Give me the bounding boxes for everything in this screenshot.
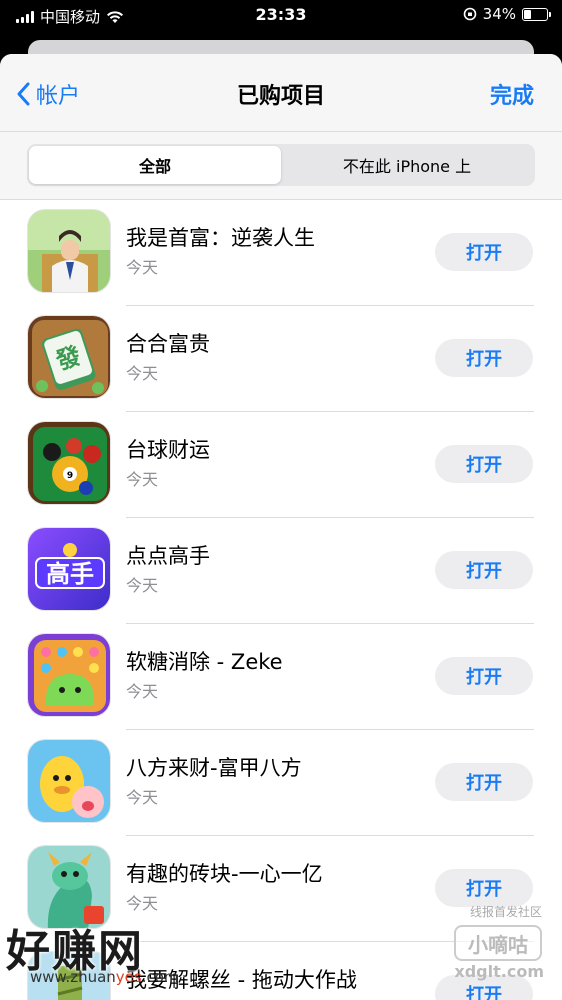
app-name: 我是首富：逆袭人生 xyxy=(126,226,315,250)
app-date: 今天 xyxy=(126,682,159,701)
list-item[interactable]: 软糖消除 - Zeke 今天 打开 xyxy=(0,624,562,730)
haozhuan-watermark-url: www.zhuanyes.com xyxy=(30,968,179,986)
businessman-icon[interactable] xyxy=(27,209,111,293)
open-button[interactable]: 打开 xyxy=(435,233,533,271)
open-button[interactable]: 打开 xyxy=(435,445,533,483)
watermark-url-part: www.zhuan xyxy=(30,968,116,986)
jelly-candy-icon[interactable] xyxy=(27,633,111,717)
app-name: 八方来财-富甲八方 xyxy=(126,756,302,780)
mahjong-tile-icon[interactable]: 發 xyxy=(27,315,111,399)
battery-fill xyxy=(524,9,531,19)
segment-bar: 全部 不在此 iPhone 上 xyxy=(0,132,562,200)
app-name: 点点高手 xyxy=(126,544,210,568)
open-button[interactable]: 打开 xyxy=(435,869,533,907)
purchased-app-list: 我是首富：逆袭人生 今天 打开 發 合合富贵 今天 打开 9 台球财运 今天 打… xyxy=(0,200,562,1000)
app-date: 今天 xyxy=(126,258,159,277)
app-name: 有趣的砖块-一心一亿 xyxy=(126,862,323,886)
xiaodigu-watermark-logo: 小嘀咕 xyxy=(454,925,542,961)
cartoon-characters-icon[interactable] xyxy=(27,739,111,823)
page-title: 已购项目 xyxy=(236,84,325,109)
list-item[interactable]: 八方来财-富甲八方 今天 打开 xyxy=(0,730,562,836)
app-name: 台球财运 xyxy=(126,438,210,462)
app-date: 今天 xyxy=(126,788,159,807)
app-date: 今天 xyxy=(126,364,159,383)
watermark-url-highlight: yes xyxy=(115,968,142,986)
billiard-balls-icon[interactable]: 9 xyxy=(27,421,111,505)
status-right: 34% xyxy=(463,5,551,23)
svg-text:9: 9 xyxy=(67,471,73,481)
segmented-control: 全部 不在此 iPhone 上 xyxy=(27,144,535,186)
svg-text:高手: 高手 xyxy=(46,560,94,588)
app-date: 今天 xyxy=(126,576,159,595)
done-button[interactable]: 完成 xyxy=(490,78,534,110)
list-item[interactable]: 高手 点点高手 今天 打开 xyxy=(0,518,562,624)
navigation-bar: 帐户 已购项目 完成 xyxy=(0,54,562,132)
xiaodigu-watermark-url: xdglt.com xyxy=(454,962,544,981)
open-button[interactable]: 打开 xyxy=(435,551,533,589)
open-button[interactable]: 打开 xyxy=(435,763,533,801)
xiaodigu-watermark-tagline: 线报首发社区 xyxy=(469,905,542,919)
list-item[interactable]: 9 台球财运 今天 打开 xyxy=(0,412,562,518)
app-date: 今天 xyxy=(126,894,159,913)
open-button[interactable]: 打开 xyxy=(435,339,533,377)
segment-all[interactable]: 全部 xyxy=(29,146,281,184)
list-item[interactable]: 發 合合富贵 今天 打开 xyxy=(0,306,562,412)
list-item[interactable]: 我是首富：逆袭人生 今天 打开 xyxy=(0,200,562,306)
open-button[interactable]: 打开 xyxy=(435,657,533,695)
app-name: 合合富贵 xyxy=(126,332,210,356)
gaoshou-text-icon[interactable]: 高手 xyxy=(27,527,111,611)
segment-not-on-iphone[interactable]: 不在此 iPhone 上 xyxy=(281,146,533,184)
watermark-url-part: .com xyxy=(141,968,179,986)
purchased-sheet: 帐户 已购项目 完成 全部 不在此 iPhone 上 我是首富：逆袭人生 今天 … xyxy=(0,54,562,1000)
battery-icon xyxy=(522,7,551,21)
orientation-lock-icon xyxy=(463,7,476,21)
app-date: 今天 xyxy=(126,470,159,489)
status-bar: 中国移动 23:33 34% xyxy=(0,0,562,32)
app-date: 今天 xyxy=(126,996,158,1000)
app-name: 软糖消除 - Zeke xyxy=(126,650,283,674)
battery-percent: 34% xyxy=(482,5,516,23)
